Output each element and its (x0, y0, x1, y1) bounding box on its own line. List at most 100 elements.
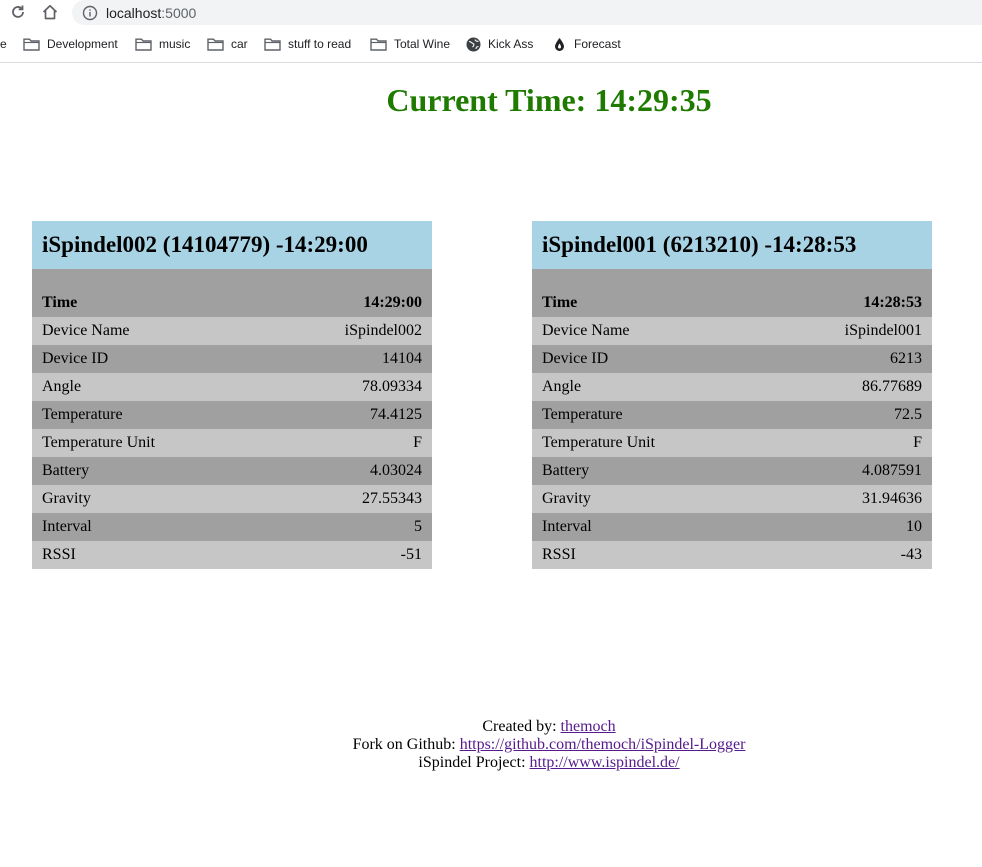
github-link[interactable]: https://github.com/themoch/iSpindel-Logg… (460, 736, 746, 753)
bookmark-total-wine[interactable]: Total Wine (370, 31, 450, 57)
bookmark-forecast[interactable]: Forecast (552, 31, 621, 57)
footer-github-line: Fork on Github: https://github.com/themo… (0, 736, 982, 754)
bookmark-label: music (159, 37, 191, 51)
row-label: Device ID (42, 350, 109, 367)
bookmark-partial[interactable]: e (0, 31, 7, 57)
device-readings-table: Time 14:28:53 Device Name iSpindel001 Devi… (532, 289, 932, 569)
table-row: Device Name iSpindel002 (32, 317, 432, 345)
bookmark-music[interactable]: music (135, 31, 190, 57)
row-value: 74.4125 (370, 406, 422, 423)
row-value: iSpindel002 (344, 322, 422, 339)
globe-icon (466, 37, 481, 51)
bookmark-label: car (231, 37, 248, 51)
table-row: Angle 78.09334 (32, 373, 432, 401)
device-card-title: iSpindel002 (14104779) -14:29:00 (32, 221, 432, 269)
table-row: Device ID 6213 (532, 345, 932, 373)
row-label: Interval (542, 518, 592, 535)
device-readings-table: Time 14:29:00 Device Name iSpindel002 Devi… (32, 289, 432, 569)
table-row: Time 14:28:53 (532, 289, 932, 317)
row-value: 14104 (382, 350, 422, 367)
table-row: Temperature Unit F (32, 429, 432, 457)
table-row: Device ID 14104 (32, 345, 432, 373)
footer-project-line: iSpindel Project: http://www.ispindel.de… (0, 754, 982, 772)
home-icon[interactable] (40, 2, 60, 22)
table-row: Temperature 74.4125 (32, 401, 432, 429)
project-label: iSpindel Project: (418, 754, 526, 771)
bookmark-label: Kick Ass (488, 37, 534, 51)
folder-icon (370, 38, 387, 51)
table-row: Battery 4.03024 (32, 457, 432, 485)
row-label: Temperature (542, 406, 623, 423)
github-label: Fork on Github: (352, 736, 456, 753)
row-label: Device Name (42, 322, 130, 339)
row-label: Battery (42, 462, 90, 479)
row-value: iSpindel001 (844, 322, 922, 339)
row-label: Angle (42, 378, 82, 395)
table-row: Gravity 27.55343 (32, 485, 432, 513)
row-value: F (913, 434, 922, 451)
row-value: 72.5 (894, 406, 922, 423)
table-row: Device Name iSpindel001 (532, 317, 932, 345)
row-label: Time (542, 294, 578, 311)
table-row: Interval 5 (32, 513, 432, 541)
table-row: Interval 10 (532, 513, 932, 541)
folder-icon (264, 38, 281, 51)
bookmark-label: e (0, 37, 7, 51)
row-label: Device ID (542, 350, 609, 367)
bookmark-label: Forecast (574, 37, 621, 51)
row-value: 14:29:00 (363, 294, 422, 311)
row-value: 31.94636 (862, 490, 922, 507)
row-label: Device Name (542, 322, 630, 339)
bookmark-car[interactable]: car (207, 31, 248, 57)
row-value: 10 (906, 518, 922, 535)
card-header-spacer (32, 269, 432, 289)
row-label: Temperature Unit (42, 434, 156, 451)
project-link[interactable]: http://www.ispindel.de/ (530, 754, 680, 771)
row-label: Interval (42, 518, 92, 535)
bookmark-label: Total Wine (394, 37, 451, 51)
table-row: Time 14:29:00 (32, 289, 432, 317)
device-card: iSpindel001 (6213210) -14:28:53 Time 14:2… (532, 221, 932, 569)
row-label: RSSI (542, 546, 576, 563)
device-card: iSpindel002 (14104779) -14:29:00 Time 14:… (32, 221, 432, 569)
row-label: Angle (542, 378, 582, 395)
row-label: RSSI (42, 546, 76, 563)
drop-icon (555, 37, 564, 51)
row-value: 14:28:53 (863, 294, 922, 311)
row-value: 4.03024 (370, 462, 422, 479)
bookmark-stuff-to-read[interactable]: stuff to read (264, 31, 351, 57)
folder-icon (23, 38, 40, 51)
author-link[interactable]: themoch (561, 718, 616, 735)
folder-icon (207, 38, 224, 51)
row-value: 86.77689 (862, 378, 922, 395)
row-value: 4.087591 (862, 462, 922, 479)
url-port: :5000 (161, 4, 197, 21)
row-value: -51 (400, 546, 422, 563)
address-bar[interactable]: localhost:5000 (72, 0, 982, 25)
row-value: 6213 (890, 350, 922, 367)
row-label: Temperature Unit (542, 434, 656, 451)
bookmark-label: Development (47, 37, 118, 51)
footer-credit-line: Created by: themoch (0, 718, 982, 736)
row-value: 5 (414, 518, 422, 535)
row-label: Time (42, 294, 78, 311)
page-footer: Created by: themoch Fork on Github: http… (0, 718, 982, 772)
bookmark-kick-ass[interactable]: Kick Ass (466, 31, 533, 57)
table-row: Angle 86.77689 (532, 373, 932, 401)
current-time-heading: Current Time: 14:29:35 (386, 82, 712, 118)
row-value: F (413, 434, 422, 451)
table-row: RSSI -43 (532, 541, 932, 569)
browser-toolbar: localhost:5000 (0, 0, 982, 25)
row-label: Gravity (42, 490, 91, 507)
row-label: Battery (542, 462, 590, 479)
site-info-icon[interactable] (82, 5, 98, 21)
row-value: 27.55343 (362, 490, 422, 507)
table-row: Battery 4.087591 (532, 457, 932, 485)
created-by-label: Created by: (482, 718, 557, 735)
bookmark-development[interactable]: Development (23, 31, 118, 57)
table-row: RSSI -51 (32, 541, 432, 569)
reload-icon[interactable] (8, 2, 28, 22)
table-row: Temperature 72.5 (532, 401, 932, 429)
url-host: localhost (106, 4, 162, 21)
row-label: Temperature (42, 406, 123, 423)
